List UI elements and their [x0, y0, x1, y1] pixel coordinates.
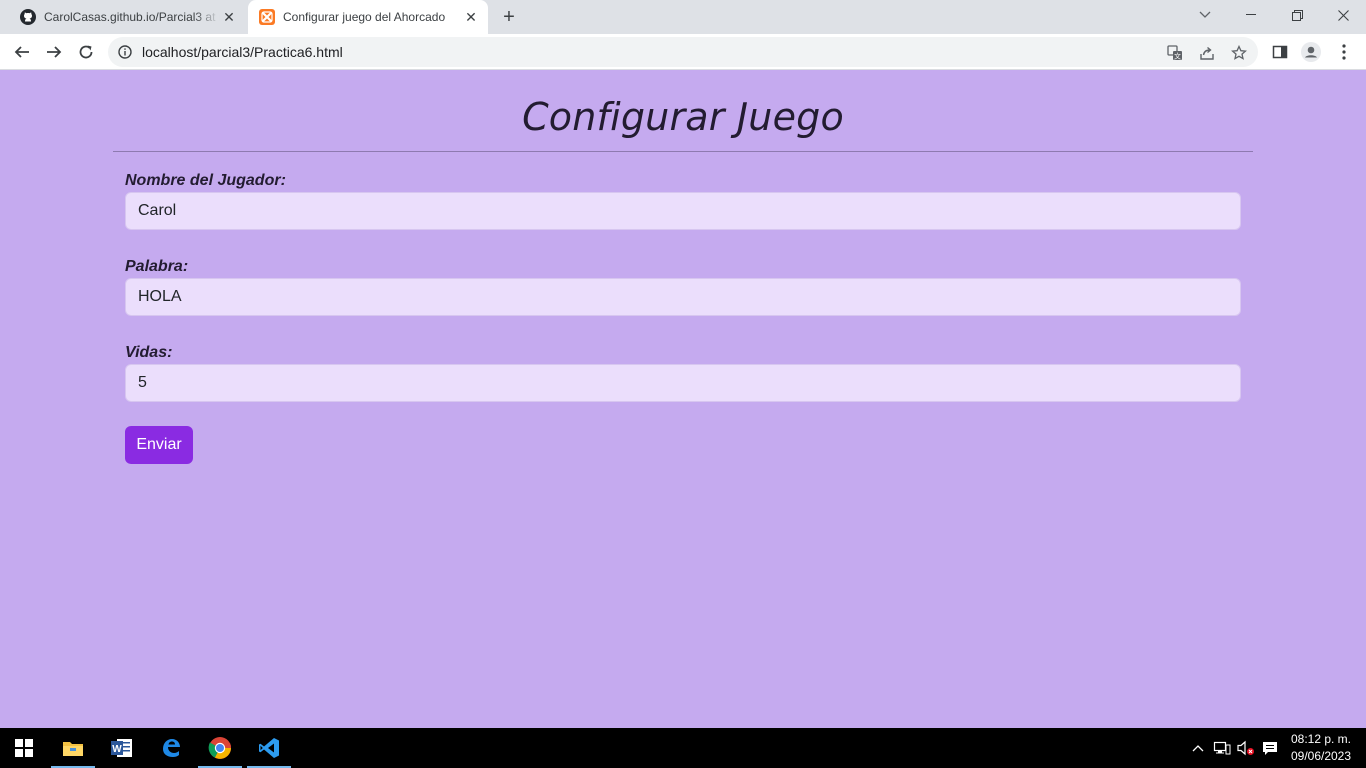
word-icon[interactable]: W [98, 728, 146, 768]
tab-search-icon[interactable] [1182, 0, 1228, 30]
submit-button[interactable]: Enviar [125, 426, 193, 464]
new-tab-button[interactable]: + [498, 6, 520, 28]
tab-strip: CarolCasas.github.io/Parcial3 at main ✕ … [0, 0, 1366, 34]
share-icon[interactable] [1198, 44, 1216, 62]
player-name-label: Nombre del Jugador: [125, 172, 286, 189]
url-text: localhost/parcial3/Practica6.html [142, 44, 343, 60]
divider [113, 151, 1253, 152]
svg-text:文: 文 [1174, 52, 1181, 61]
lives-label: Vidas: [125, 344, 173, 361]
chevron-up-icon[interactable] [1188, 738, 1208, 758]
windows-taskbar: W 08:12 p. m. 09/06/2023 [0, 728, 1366, 768]
word-label: Palabra: [125, 258, 189, 275]
tab-ahorcado[interactable]: Configurar juego del Ahorcado ✕ [248, 0, 488, 34]
tab-title: Configurar juego del Ahorcado [283, 10, 446, 24]
menu-kebab-icon[interactable] [1334, 42, 1354, 62]
network-icon[interactable] [1212, 738, 1232, 758]
side-panel-icon[interactable] [1270, 42, 1290, 62]
reload-button[interactable] [72, 38, 100, 66]
start-button[interactable] [0, 728, 48, 768]
xampp-icon [259, 9, 275, 25]
forward-arrow-icon [47, 46, 62, 58]
vscode-icon[interactable] [245, 728, 293, 768]
system-clock[interactable]: 08:12 p. m. 09/06/2023 [1286, 731, 1356, 765]
lives-input[interactable] [125, 364, 1241, 402]
player-name-input[interactable] [125, 192, 1241, 230]
github-icon [20, 9, 36, 25]
page-content: Configurar Juego Nombre del Jugador: Pal… [0, 71, 1366, 728]
close-icon[interactable]: ✕ [220, 8, 238, 26]
minimize-button[interactable] [1228, 0, 1274, 30]
chrome-icon[interactable] [196, 728, 244, 768]
clock-date: 09/06/2023 [1290, 749, 1352, 763]
svg-text:W: W [112, 744, 122, 755]
back-button[interactable] [8, 38, 36, 66]
tab-title: CarolCasas.github.io/Parcial3 at main [44, 10, 220, 24]
file-explorer-icon[interactable] [49, 728, 97, 768]
browser-toolbar: localhost/parcial3/Practica6.html 文 [0, 34, 1366, 70]
address-bar[interactable]: localhost/parcial3/Practica6.html 文 [108, 37, 1258, 67]
volume-muted-icon[interactable] [1236, 738, 1256, 758]
profile-avatar-icon[interactable] [1301, 42, 1321, 62]
forward-button[interactable] [40, 38, 68, 66]
translate-icon[interactable]: 文 [1166, 44, 1184, 62]
windows-logo-icon [15, 739, 33, 757]
info-icon[interactable] [118, 45, 132, 59]
back-arrow-icon [14, 46, 29, 58]
word-input[interactable] [125, 278, 1241, 316]
edge-icon[interactable] [147, 728, 195, 768]
close-window-button[interactable] [1320, 0, 1366, 30]
page-title: Configurar Juego [522, 95, 844, 139]
close-icon[interactable]: ✕ [462, 8, 480, 26]
restore-button[interactable] [1274, 0, 1320, 30]
clock-time: 08:12 p. m. [1290, 732, 1352, 746]
reload-icon [79, 45, 93, 59]
bookmark-star-icon[interactable] [1230, 44, 1248, 62]
notifications-icon[interactable] [1260, 738, 1280, 758]
tab-github[interactable]: CarolCasas.github.io/Parcial3 at main ✕ [8, 0, 246, 34]
